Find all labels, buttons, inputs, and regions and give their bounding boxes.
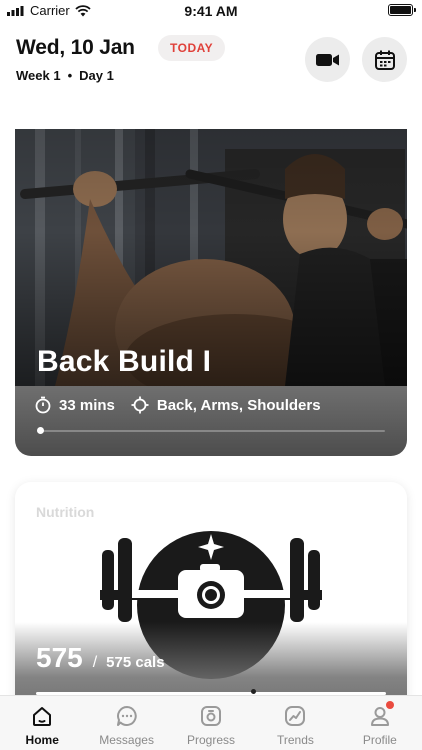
calendar-button[interactable] xyxy=(362,37,407,82)
home-icon xyxy=(33,707,52,726)
workout-duration: 33 mins xyxy=(59,396,115,414)
workout-meta-row: 33 mins Back, Arms, Shoulders xyxy=(35,396,321,414)
header: Wed, 10 Jan TODAY Week 1 • Day 1 xyxy=(0,22,422,98)
nutrition-section-label: Nutrition xyxy=(36,504,95,520)
battery-icon xyxy=(388,4,416,16)
workout-card[interactable]: Workout Back Build I xyxy=(15,62,407,456)
today-button[interactable]: TODAY xyxy=(158,35,226,61)
calories-separator: / xyxy=(92,654,98,671)
tab-profile[interactable]: Profile xyxy=(338,696,422,750)
status-time: 9:41 AM xyxy=(184,3,238,19)
tab-messages[interactable]: Messages xyxy=(84,696,168,750)
tab-bar: Home Messages Progress Trends Profile xyxy=(0,695,422,750)
tab-home[interactable]: Home xyxy=(0,696,84,750)
video-camera-icon xyxy=(315,53,339,66)
tab-progress-label: Progress xyxy=(187,733,236,747)
stopwatch-icon xyxy=(35,396,51,414)
profile-notification-badge xyxy=(385,701,394,709)
tab-trends[interactable]: Trends xyxy=(253,696,337,750)
calories-total: 575 cals xyxy=(106,654,165,671)
tab-profile-label: Profile xyxy=(362,733,397,747)
trend-chart-icon xyxy=(285,706,306,726)
workout-progress-track xyxy=(37,430,385,432)
tab-trends-label: Trends xyxy=(276,733,314,747)
nutrition-progress-knob[interactable] xyxy=(250,689,256,694)
status-bar: Carrier 9:41 AM xyxy=(0,0,422,22)
week-day-indicator: Week 1 • Day 1 xyxy=(16,68,114,83)
camera-icon xyxy=(201,706,222,726)
chat-icon xyxy=(116,706,137,726)
day-label: Day 1 xyxy=(79,68,114,83)
dot-separator: • xyxy=(67,68,73,83)
nutrition-card[interactable]: Nutrition 575 / 575 cals xyxy=(15,482,407,722)
tab-messages-label: Messages xyxy=(99,733,154,747)
date-title: Wed, 10 Jan xyxy=(16,36,135,59)
workout-meta-bar: 33 mins Back, Arms, Shoulders xyxy=(15,386,407,456)
calendar-icon xyxy=(374,50,395,70)
calories-consumed: 575 xyxy=(36,642,83,673)
video-button[interactable] xyxy=(305,37,350,82)
week-label: Week 1 xyxy=(16,68,61,83)
workout-muscles: Back, Arms, Shoulders xyxy=(156,396,321,414)
workout-title: Back Build I xyxy=(37,345,212,378)
target-icon xyxy=(131,396,149,414)
tab-progress[interactable]: Progress xyxy=(169,696,253,750)
tab-home-label: Home xyxy=(25,733,59,747)
calorie-summary: 575 / 575 cals xyxy=(36,642,165,674)
workout-progress-knob[interactable] xyxy=(36,427,44,434)
